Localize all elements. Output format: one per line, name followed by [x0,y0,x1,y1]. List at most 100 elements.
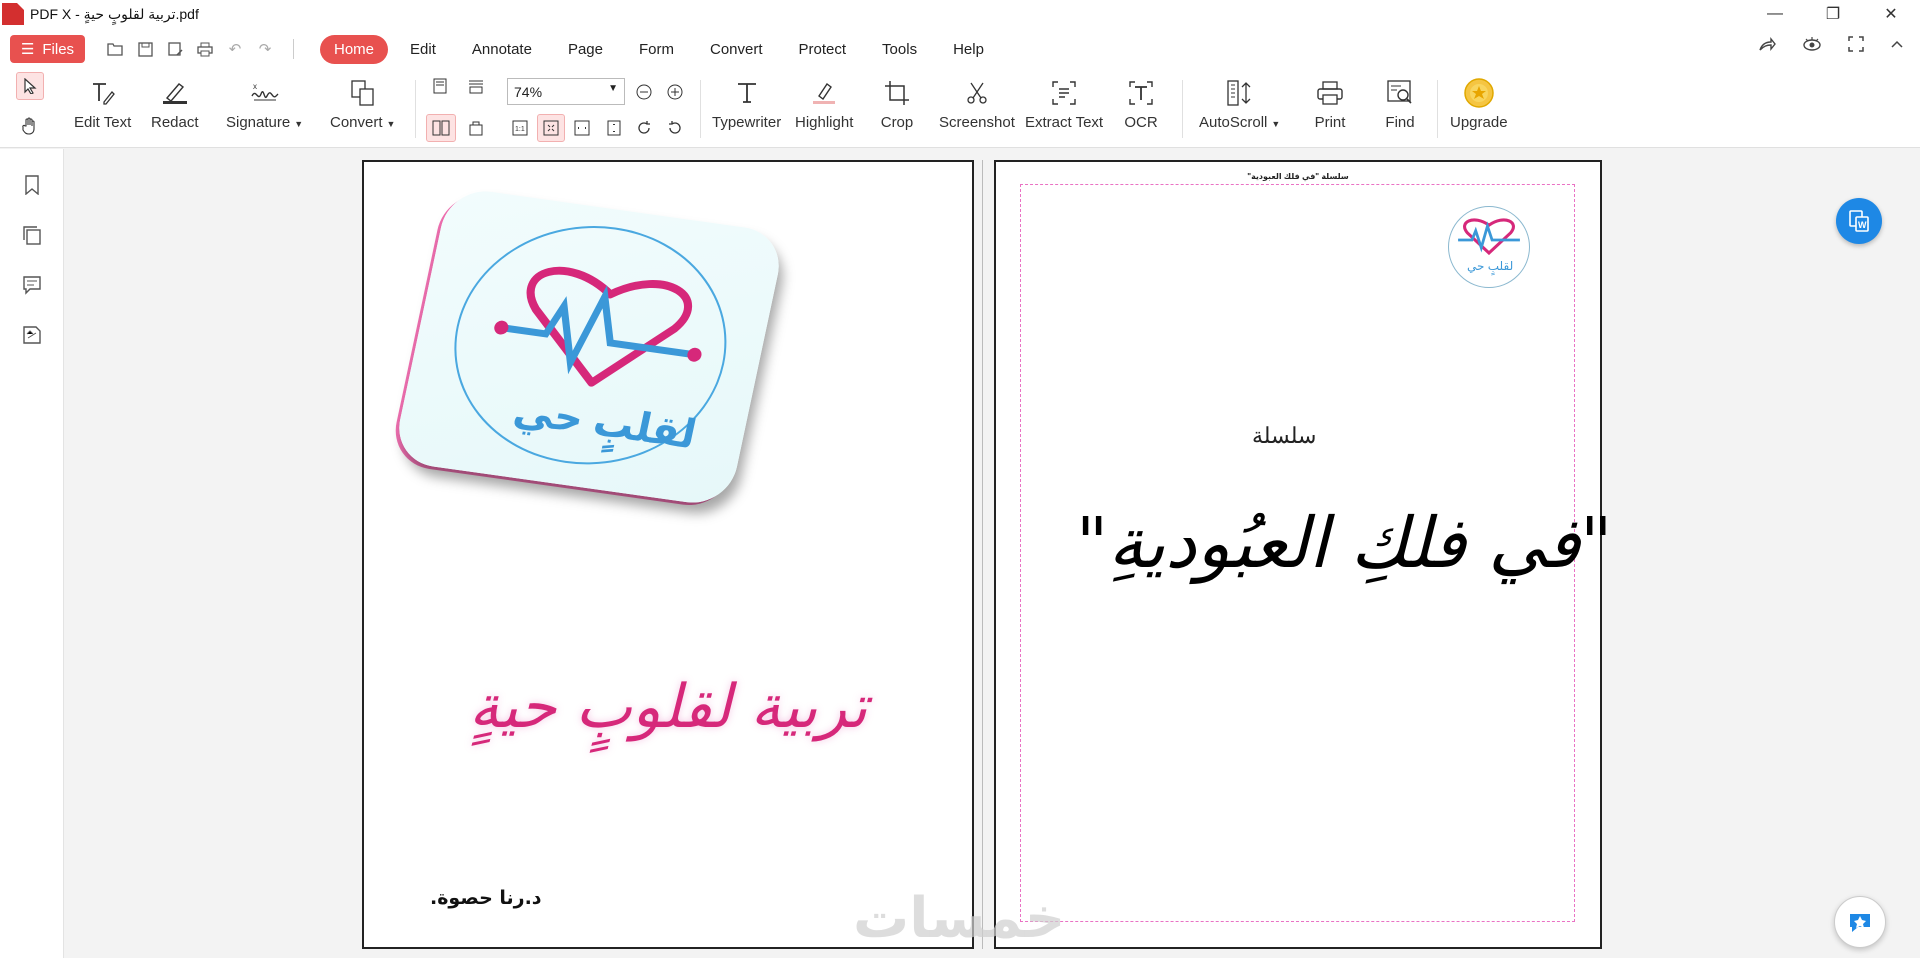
single-page-icon[interactable] [428,74,452,98]
share-icon[interactable] [1758,36,1776,57]
series-title: "في فلكِ العبُوديةِ" [1076,502,1613,584]
pages-thumbnail-icon[interactable] [20,223,44,247]
minimize-button[interactable]: — [1746,0,1804,28]
menu-bar: ☰ Files ↶ ↷ Home Edit Annotate Page Form… [0,28,1920,70]
save-as-icon[interactable] [167,41,183,57]
convert-tool[interactable]: Convert ▼ [330,76,395,131]
print-icon[interactable] [197,41,213,57]
close-button[interactable]: ✕ [1862,0,1920,28]
zoom-select[interactable]: 74% ▼ [507,78,625,105]
crop-label: Crop [880,114,914,131]
word-convert-icon: W [1849,210,1869,232]
select-tool-icon[interactable] [16,72,44,100]
upgrade-icon [1462,76,1496,110]
svg-text:W: W [1858,220,1867,230]
app-logo [2,3,24,25]
document-view[interactable] [65,149,1920,958]
cover-title: تربية لقلوبٍ حيةٍ [469,672,868,742]
ocr-tool[interactable]: OCR [1124,76,1158,131]
upgrade-label: Upgrade [1450,114,1508,131]
print-label: Print [1314,114,1346,131]
fit-height-icon[interactable] [602,116,626,140]
highlight-label: Highlight [795,114,854,131]
edit-text-tool[interactable]: Edit Text [74,76,131,131]
rotate-right-icon[interactable] [632,116,656,140]
restore-button[interactable]: ❐ [1804,0,1862,28]
tab-protect[interactable]: Protect [785,35,861,64]
continuous-page-icon[interactable] [464,74,488,98]
save-icon[interactable] [137,41,153,57]
ocr-label: OCR [1124,114,1158,131]
left-sidebar [0,149,64,958]
zoom-in-icon[interactable] [663,80,687,104]
chat-assistant-icon [1850,914,1870,932]
tab-help[interactable]: Help [939,35,998,64]
window-title: PDF X - تربية لقلوبٍ حيةٍ.pdf [30,5,199,22]
rotate-left-icon[interactable] [663,116,687,140]
page-header: سلسلة "في فلك العبودية" [1247,172,1349,181]
heart-pulse-icon [1458,218,1520,256]
tab-form[interactable]: Form [625,35,688,64]
cover-logo-card: لقلبٍ حي [391,186,787,508]
signature-tool[interactable]: x Signature ▼ [226,76,303,131]
print-tool[interactable]: Print [1313,76,1347,131]
page-1: لقلبٍ حي تربية لقلوبٍ حيةٍ د.رنا حصوة. [362,160,974,949]
files-button[interactable]: ☰ Files [10,35,85,63]
collapse-ribbon-icon[interactable] [1890,36,1904,57]
undo-icon[interactable]: ↶ [227,41,243,58]
page-2: سلسلة "في فلك العبودية" لقلبٍ حي سلسلة "… [994,160,1612,949]
fit-page-icon[interactable] [537,114,565,142]
hand-tool-icon[interactable] [18,114,42,138]
edit-text-label: Edit Text [74,114,132,131]
tab-home[interactable]: Home [320,34,389,64]
crop-tool[interactable]: Crop [880,76,914,131]
zoom-out-icon[interactable] [632,80,656,104]
comment-icon[interactable] [20,273,44,297]
typewriter-label: Typewriter [712,114,782,131]
screenshot-tool[interactable]: Screenshot [939,76,1015,131]
tab-annotate[interactable]: Annotate [458,35,546,64]
two-page-view-icon[interactable] [426,114,456,142]
svg-text:1:1: 1:1 [515,126,525,133]
screenshot-label: Screenshot [939,114,1015,131]
convert-label: Convert ▼ [330,114,396,131]
zoom-value: 74% [514,83,543,100]
page-logo-text: لقلبٍ حي [1467,259,1514,273]
redact-tool[interactable]: Redact [151,76,199,131]
extract-text-label: Extract Text [1025,114,1104,131]
highlight-icon [807,76,841,110]
files-label: Files [42,40,75,58]
title-bar: PDF X - تربية لقلوبٍ حيةٍ.pdf — ❐ ✕ [0,0,1920,28]
tab-convert[interactable]: Convert [696,35,777,64]
fullscreen-icon[interactable] [1848,36,1864,57]
ribbon-toolbar: Edit Text Redact x Signature ▼ Convert ▼ 7… [0,70,1920,148]
edit-text-icon [86,76,120,110]
autoscroll-tool[interactable]: AutoScroll ▼ [1199,76,1280,131]
ribbon-separator [700,80,701,138]
find-tool[interactable]: Find [1383,76,1417,131]
read-mode-icon[interactable] [1802,36,1822,57]
open-folder-icon[interactable] [107,41,123,57]
redo-icon[interactable]: ↷ [257,41,273,58]
window-controls: — ❐ ✕ [1746,0,1920,28]
signature-panel-icon[interactable] [20,323,44,347]
convert-to-word-button[interactable]: W [1836,198,1882,244]
fit-width-icon[interactable] [570,116,594,140]
page-divider [982,160,983,949]
cover-author: د.رنا حصوة. [430,887,542,909]
assistant-button[interactable] [1834,896,1886,948]
tab-edit[interactable]: Edit [396,35,450,64]
ribbon-separator [1182,80,1183,138]
menubar-right-tools [1758,36,1904,57]
cover-view-icon[interactable] [464,116,488,140]
extract-text-tool[interactable]: Extract Text [1025,76,1103,131]
bookmark-icon[interactable] [20,173,44,197]
typewriter-tool[interactable]: Typewriter [712,76,781,131]
tab-page[interactable]: Page [554,35,617,64]
actual-size-icon[interactable]: 1:1 [508,116,532,140]
highlight-tool[interactable]: Highlight [795,76,853,131]
svg-text:x: x [253,82,257,91]
find-icon [1383,76,1417,110]
upgrade-tool[interactable]: Upgrade [1450,76,1508,131]
tab-tools[interactable]: Tools [868,35,931,64]
